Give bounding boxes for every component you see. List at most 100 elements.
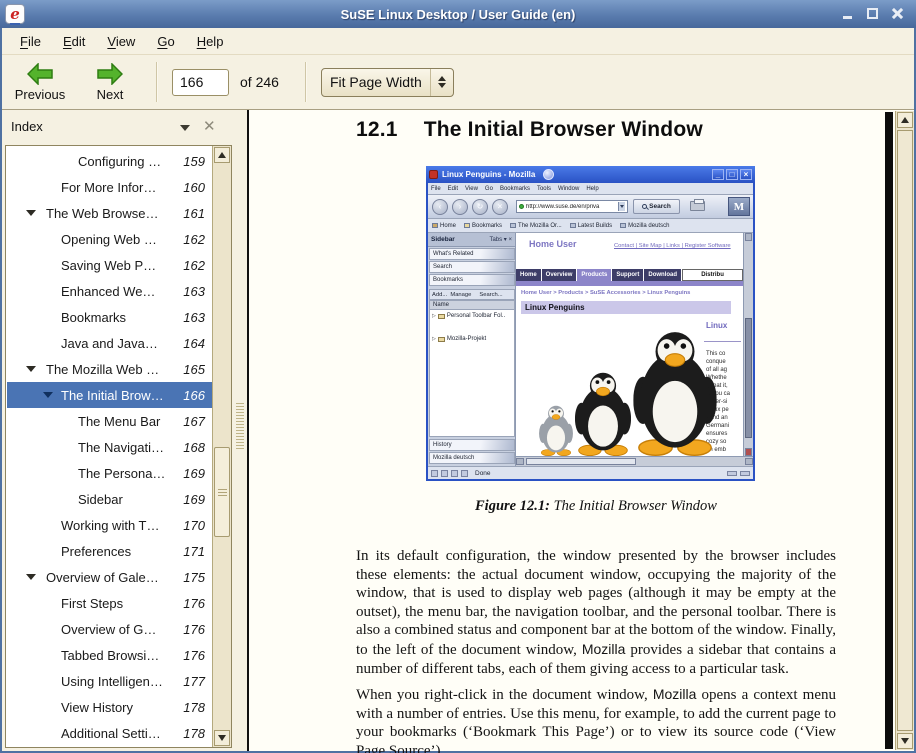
scroll-down-button[interactable]	[214, 730, 230, 746]
doc-scroll-up-button[interactable]	[897, 112, 913, 128]
penguin-plush-large	[632, 328, 718, 456]
fig-sidebar-tab[interactable]: What's Related	[429, 248, 515, 260]
toc-item[interactable]: Overview of Gale…175	[7, 564, 212, 590]
toc-item[interactable]: The Menu Bar167	[7, 408, 212, 434]
scrollbar-thumb[interactable]	[214, 447, 230, 537]
fig-nav-tab[interactable]: Home	[516, 269, 541, 281]
fig-menu-window[interactable]: Window	[558, 186, 579, 192]
toc-item[interactable]: Opening Web …162	[7, 226, 212, 252]
toc-item[interactable]: Working with T…170	[7, 512, 212, 538]
fig-ptb-item[interactable]: Latest Builds	[570, 223, 612, 229]
panel-dropdown-icon[interactable]	[180, 125, 190, 131]
fig-menu-view[interactable]: View	[465, 186, 478, 192]
expander-icon[interactable]	[43, 392, 53, 398]
fig-nav-tab[interactable]: Support	[612, 269, 643, 281]
bookmark-icon	[510, 223, 516, 228]
toc-item[interactable]: Saving Web P…162	[7, 252, 212, 278]
fig-sidebar-tab[interactable]: Search	[429, 261, 515, 273]
toc-item[interactable]: Additional Setti…178	[7, 720, 212, 746]
document-scrollbar[interactable]	[895, 111, 914, 750]
toc-item[interactable]: Overview of G…176	[7, 616, 212, 642]
spinner-icon[interactable]	[430, 69, 453, 96]
menu-item-edit[interactable]: Edit	[53, 31, 95, 52]
fig-site-icon	[519, 204, 524, 209]
fig-nav-tab[interactable]: Distribu	[682, 269, 743, 281]
toc-item[interactable]: First Steps176	[7, 590, 212, 616]
menu-item-view[interactable]: View	[97, 31, 145, 52]
fig-ptb-item[interactable]: Home	[432, 223, 456, 229]
toc-item[interactable]: Tabbed Browsi…176	[7, 642, 212, 668]
menu-item-help[interactable]: Help	[187, 31, 234, 52]
content-area: Index ✕ Configuring …159For More Infor…1…	[2, 110, 914, 751]
fig-sidebar-tab[interactable]: Bookmarks	[429, 274, 515, 286]
toc-item[interactable]: Configuring …159	[7, 148, 212, 174]
fig-menu-file[interactable]: File	[431, 186, 441, 192]
zoom-value: Fit Page Width	[322, 74, 430, 90]
expander-icon[interactable]	[26, 574, 36, 580]
toc-page: 160	[183, 180, 212, 195]
fig-menu-tools[interactable]: Tools	[537, 186, 551, 192]
fig-menu-help[interactable]: Help	[586, 186, 598, 192]
window-title: SuSE Linux Desktop / User Guide (en)	[0, 7, 916, 22]
fig-tree-item[interactable]: ▷Mozilla-Projekt	[430, 333, 514, 342]
title-bar[interactable]: e SuSE Linux Desktop / User Guide (en)	[0, 0, 916, 28]
maximize-button[interactable]	[865, 6, 881, 22]
fig-sidebar-tab[interactable]: History	[429, 439, 515, 451]
toc-item[interactable]: The Web Browse…161	[7, 200, 212, 226]
toc-item[interactable]: For More Infor…160	[7, 174, 212, 200]
pane-splitter[interactable]	[233, 110, 247, 751]
section-title: The Initial Browser Window	[424, 118, 703, 142]
index-scrollbar[interactable]	[212, 146, 231, 747]
fig-nav-tab[interactable]: Products	[577, 269, 611, 281]
fig-menu-edit[interactable]: Edit	[448, 186, 458, 192]
fig-menu-bookmarks[interactable]: Bookmarks	[500, 186, 530, 192]
toc-label: Overview of Gale…	[46, 570, 159, 585]
toc-item[interactable]: Using Intelligen…177	[7, 668, 212, 694]
expander-icon[interactable]	[26, 366, 36, 372]
zoom-select[interactable]: Fit Page Width	[321, 68, 454, 97]
toc-item[interactable]: Java and Java…164	[7, 330, 212, 356]
toc-item[interactable]: Bookmarks163	[7, 304, 212, 330]
panel-close-icon[interactable]: ✕	[203, 117, 216, 135]
menu-item-go[interactable]: Go	[147, 31, 184, 52]
doc-scroll-down-button[interactable]	[897, 733, 913, 749]
fig-magnifier-icon	[642, 204, 647, 209]
fig-back-icon: ‹	[432, 199, 448, 215]
fig-nav-tab[interactable]: Overview	[542, 269, 577, 281]
fig-ptb-item[interactable]: Mozilla deutsch	[620, 223, 669, 229]
fig-ptb-item[interactable]: The Mozilla Or...	[510, 223, 562, 229]
toc-item[interactable]: The Mozilla Web …165	[7, 356, 212, 382]
fig-name-column-header: Name	[429, 300, 515, 310]
toc-item[interactable]: The Initial Brow…166	[7, 382, 212, 408]
toc-item[interactable]: View History178	[7, 694, 212, 720]
fig-sidebar-tab[interactable]: Mozilla deutsch	[429, 452, 515, 464]
index-list: Configuring …159For More Infor…160The We…	[7, 148, 212, 746]
twisty-icon[interactable]: ▷	[432, 313, 436, 319]
app-icon[interactable]: e	[5, 4, 25, 24]
scroll-up-button[interactable]	[214, 147, 230, 163]
twisty-icon[interactable]: ▷	[432, 336, 436, 342]
fig-menu-go[interactable]: Go	[485, 186, 493, 192]
toc-label: Opening Web …	[61, 232, 157, 247]
toc-item[interactable]: The Persona…169	[7, 460, 212, 486]
fig-ptb-item[interactable]: Bookmarks	[464, 223, 502, 229]
doc-scrollbar-thumb[interactable]	[897, 130, 913, 731]
next-button[interactable]: Next	[78, 59, 142, 105]
toc-page: 164	[183, 336, 212, 351]
toc-item[interactable]: Enhanced We…163	[7, 278, 212, 304]
minimize-button[interactable]	[840, 6, 856, 22]
fig-nav-tab[interactable]: Download	[644, 269, 681, 281]
close-button[interactable]	[890, 6, 906, 22]
toc-item[interactable]: Preferences171	[7, 538, 212, 564]
fig-horizontal-scrollbar	[516, 456, 753, 466]
menu-item-file[interactable]: File	[10, 31, 51, 52]
expander-icon[interactable]	[26, 210, 36, 216]
previous-button[interactable]: Previous	[8, 59, 72, 105]
toc-label: Working with T…	[61, 518, 160, 533]
toc-item[interactable]: Sidebar169	[7, 486, 212, 512]
fig-mozilla-tile-icon: M	[728, 197, 750, 216]
toc-item[interactable]: The Navigati…168	[7, 434, 212, 460]
splitter-grip-icon[interactable]	[236, 403, 244, 451]
page-number-input[interactable]	[172, 69, 229, 96]
fig-tree-item[interactable]: ▷Personal Toolbar Fol..	[430, 310, 514, 319]
